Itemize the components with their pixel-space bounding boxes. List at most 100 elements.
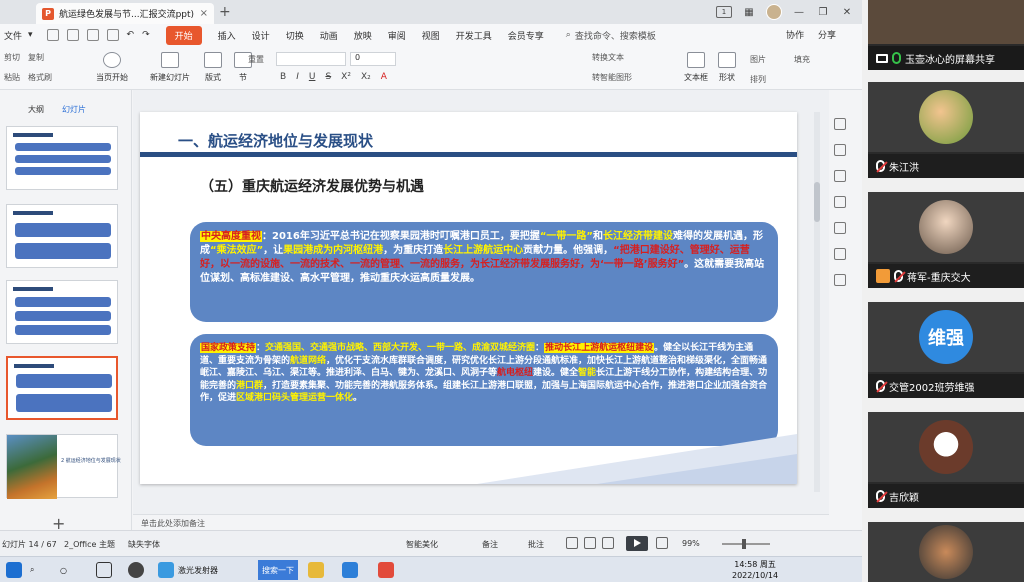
zoom-level[interactable]: 99% [682, 539, 700, 548]
user-avatar[interactable] [766, 4, 782, 20]
taskbar-app-laser[interactable]: 激光发射器 [158, 561, 218, 579]
participant-tile[interactable]: 维强 交管2002班劳维强 [868, 302, 1024, 398]
paste-button[interactable]: 粘贴 [4, 72, 20, 83]
windows-start-icon[interactable] [6, 561, 22, 579]
layout-button[interactable]: 版式 [204, 52, 222, 83]
notes-toggle[interactable]: 备注 [482, 539, 498, 550]
save-icon[interactable] [46, 29, 59, 41]
slideshow-play-button[interactable] [626, 536, 648, 551]
file-dropdown-icon[interactable]: ▾ [28, 30, 33, 40]
print-icon[interactable] [86, 29, 99, 41]
participant-tile[interactable]: 蒋军-重庆交大 [868, 192, 1024, 288]
slide-thumbnail[interactable]: 2 航运经济地位与发展现状 [6, 434, 121, 499]
cortana-icon[interactable]: ○ [60, 561, 67, 579]
collab-button[interactable]: 协作 [786, 28, 804, 41]
menu-home[interactable]: 开始 [165, 25, 202, 45]
menu-member[interactable]: 会员专享 [508, 29, 544, 42]
pin-icon[interactable] [834, 144, 846, 156]
theme-name[interactable]: 2_Office 主题 [64, 539, 115, 550]
superscript-icon[interactable]: X² [341, 72, 351, 82]
close-tab-icon[interactable]: × [200, 8, 208, 19]
tile-view-icon[interactable]: 1 [716, 6, 732, 18]
menu-slideshow[interactable]: 放映 [354, 29, 372, 42]
subscript-icon[interactable]: X₂ [361, 72, 371, 82]
task-view-icon[interactable] [96, 561, 112, 579]
menu-review[interactable]: 审阅 [388, 29, 406, 42]
book-icon[interactable] [834, 274, 846, 286]
menu-view[interactable]: 视图 [422, 29, 440, 42]
new-tab-button[interactable]: + [219, 4, 231, 20]
missing-font-button[interactable]: 缺失字体 [128, 539, 160, 550]
menu-insert[interactable]: 插入 [218, 29, 236, 42]
central-support-box[interactable]: 中央高度重视：2016年习近平总书记在视察果园港时叮嘱港口员工，要把握“一带一路… [190, 222, 778, 322]
adjust-icon[interactable] [834, 118, 846, 130]
print-preview-icon[interactable] [106, 29, 119, 41]
slide-thumbnail-current[interactable] [6, 356, 118, 420]
menu-animation[interactable]: 动画 [320, 29, 338, 42]
share-button[interactable]: 分享 [818, 28, 836, 41]
menu-design[interactable]: 设计 [252, 29, 270, 42]
help-icon[interactable] [834, 196, 846, 208]
participant-tile[interactable]: 朱江洪 [868, 82, 1024, 178]
close-window-icon[interactable]: ✕ [840, 5, 854, 19]
tab-slides[interactable]: 幻灯片 [62, 104, 86, 115]
document-tab[interactable]: P 航运绿色发展与节...汇报交流ppt) × [36, 3, 214, 24]
fill-button[interactable]: 填充 [794, 54, 810, 65]
fit-icon[interactable] [656, 537, 668, 549]
format-painter-button[interactable]: 格式刷 [28, 72, 52, 83]
zoom-slider-knob[interactable] [742, 539, 747, 549]
reset-button[interactable]: 重置 [248, 54, 264, 65]
tab-outline[interactable]: 大纲 [28, 104, 44, 115]
undo-icon[interactable]: ↶ [127, 30, 135, 40]
reading-view-icon[interactable] [602, 537, 614, 549]
italic-icon[interactable]: I [296, 72, 299, 82]
settings-icon[interactable] [834, 222, 846, 234]
normal-view-icon[interactable] [566, 537, 578, 549]
export-pdf-icon[interactable] [66, 29, 79, 41]
comment-toggle[interactable]: 批注 [528, 539, 544, 550]
participant-tile[interactable]: 吉欣颖 [868, 412, 1024, 508]
redo-icon[interactable]: ↷ [142, 30, 150, 40]
slide-thumbnail[interactable] [6, 280, 118, 344]
font-size-box[interactable]: 0 [350, 52, 396, 66]
slide[interactable]: 一、航运经济地位与发展现状 （五）重庆航运经济发展优势与机遇 中央高度重视：20… [140, 112, 797, 484]
copy-button[interactable]: 复制 [28, 52, 44, 63]
scroll-thumb[interactable] [814, 182, 820, 222]
cut-button[interactable]: 剪切 [4, 52, 20, 63]
picture-button[interactable]: 图片 [750, 54, 766, 65]
participant-tile[interactable]: 玉壶冰心的屏幕共享 [868, 0, 1024, 70]
shape-button[interactable]: 形状 [718, 52, 736, 83]
wps-icon[interactable] [378, 561, 394, 579]
beautify-button[interactable]: 智能美化 [406, 539, 438, 550]
font-name-box[interactable] [276, 52, 346, 66]
restore-icon[interactable]: ❐ [816, 5, 830, 19]
command-search[interactable]: ⌕ 查找命令、搜索模板 [566, 29, 656, 42]
app-icon[interactable] [128, 561, 144, 579]
notes-pane[interactable]: 单击此处添加备注 [133, 514, 829, 530]
taskbar-search[interactable]: 搜索一下 [258, 560, 298, 580]
copy-icon[interactable] [834, 170, 846, 182]
file-menu[interactable]: 文件 [4, 29, 22, 42]
menu-transition[interactable]: 切换 [286, 29, 304, 42]
menu-developer[interactable]: 开发工具 [456, 29, 492, 42]
taskbar-clock[interactable]: 14:58 周五 2022/10/14 [732, 559, 778, 581]
underline-icon[interactable]: U [309, 72, 316, 82]
bold-icon[interactable]: B [280, 72, 286, 82]
slide-thumbnail[interactable] [6, 204, 118, 268]
arrange-button[interactable]: 排列 [750, 74, 766, 85]
participant-tile[interactable] [868, 522, 1024, 582]
grid-icon[interactable]: ▦ [742, 5, 756, 19]
minimize-icon[interactable]: — [792, 5, 806, 19]
meeting-app-icon[interactable] [342, 561, 358, 579]
convert-smart-button[interactable]: 转智能图形 [592, 72, 632, 83]
textbox-button[interactable]: 文本框 [684, 52, 708, 83]
folder-icon[interactable] [308, 561, 324, 579]
font-color-icon[interactable]: A [381, 72, 387, 82]
vertical-scrollbar[interactable] [814, 112, 820, 492]
from-current-button[interactable]: 当页开始 [96, 52, 128, 83]
slide-thumbnail[interactable] [6, 126, 118, 190]
strike-icon[interactable]: S [325, 72, 331, 82]
convert-art-button[interactable]: 转换文本 [592, 52, 624, 63]
location-icon[interactable] [834, 248, 846, 260]
sorter-view-icon[interactable] [584, 537, 596, 549]
